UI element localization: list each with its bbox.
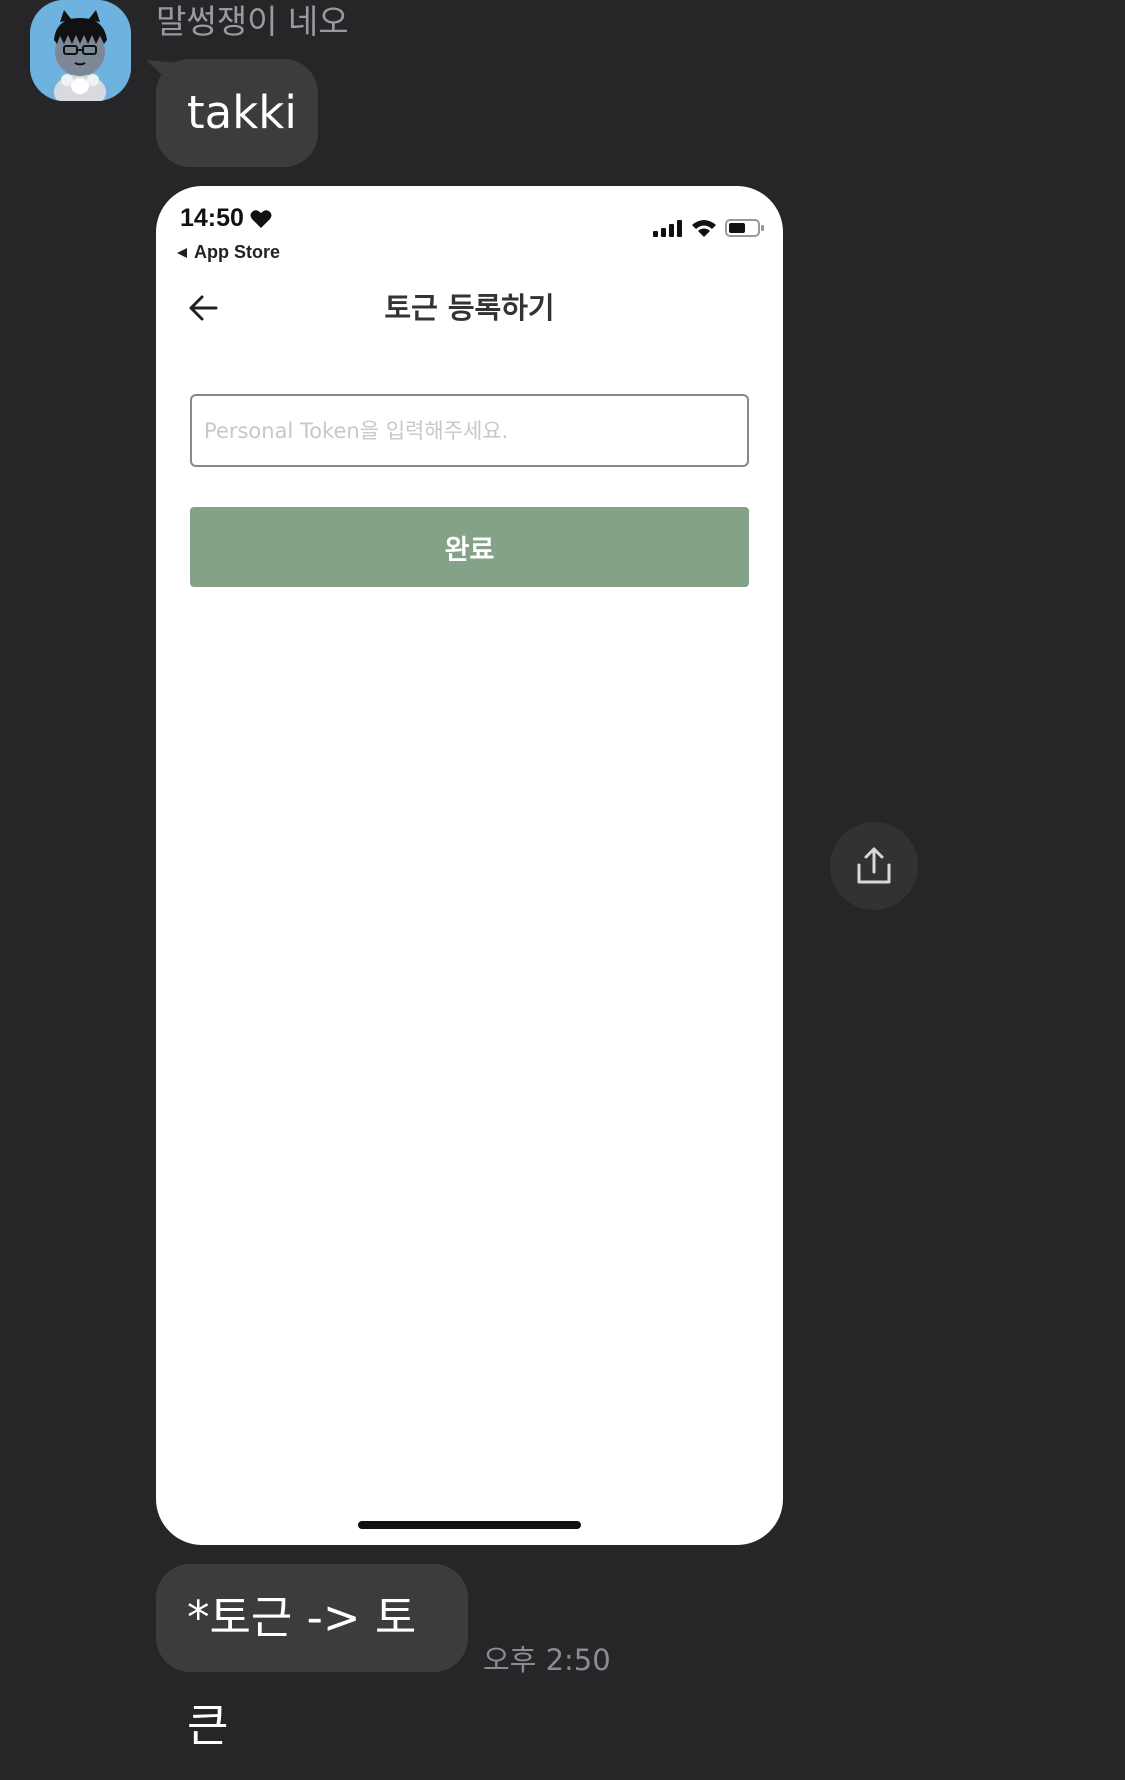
- token-input[interactable]: [190, 394, 749, 467]
- message-bubble[interactable]: *토근 -> 토큰: [156, 1564, 468, 1752]
- shared-screenshot[interactable]: 14:50 App Store 토근 등록하기 완료: [156, 186, 783, 1545]
- share-button[interactable]: [830, 822, 918, 910]
- done-button[interactable]: 완료: [190, 507, 749, 587]
- signal-icon: [653, 220, 682, 237]
- avatar[interactable]: [30, 0, 131, 101]
- back-triangle-icon: [177, 247, 187, 258]
- message-timestamp: 오후 2:50: [483, 1643, 611, 1677]
- message-bubble[interactable]: takki: [156, 59, 318, 167]
- neo-character-icon: [30, 0, 131, 101]
- status-back-app[interactable]: App Store: [176, 242, 280, 263]
- heart-icon: [250, 209, 272, 228]
- wifi-icon: [692, 220, 716, 237]
- status-icons: [653, 218, 765, 238]
- message-text: takki: [187, 86, 297, 139]
- sender-name: 말썽쟁이 네오: [156, 2, 349, 41]
- share-icon: [857, 847, 891, 884]
- status-back-app-label: App Store: [194, 242, 281, 262]
- status-time: 14:50: [180, 204, 272, 233]
- message-text: *토근 -> 토큰: [187, 1591, 417, 1752]
- status-time-text: 14:50: [180, 204, 244, 232]
- home-indicator: [358, 1521, 581, 1529]
- page-title: 토근 등록하기: [384, 291, 555, 325]
- battery-icon: [725, 219, 764, 237]
